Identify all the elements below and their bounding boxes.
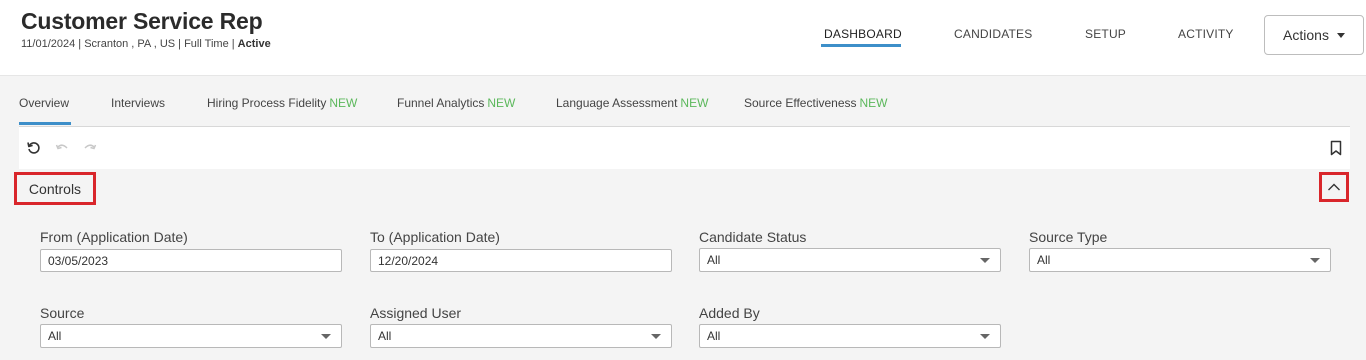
chevron-up-icon [1327, 182, 1341, 192]
candidate-status-select[interactable]: All [699, 248, 1001, 272]
from-date-input[interactable] [40, 249, 342, 272]
source-select[interactable]: All [40, 324, 342, 348]
assigned-user-select[interactable]: All [370, 324, 672, 348]
job-status: Active [237, 38, 271, 50]
nav-candidates[interactable]: CANDIDATES [954, 27, 1032, 49]
actions-label: Actions [1283, 27, 1329, 43]
tab-hiring-process-fidelity[interactable]: Hiring Process Fidelity NEW [207, 96, 357, 110]
new-badge: NEW [487, 96, 516, 110]
undo-reset-icon[interactable] [25, 139, 43, 157]
page-title: Customer Service Rep [21, 8, 263, 34]
tab-overview[interactable]: Overview [19, 96, 69, 110]
tab-active-indicator [19, 122, 71, 125]
tab-interviews[interactable]: Interviews [111, 96, 165, 110]
added-by-label: Added By [699, 305, 760, 321]
tab-label: Interviews [111, 96, 166, 110]
tab-funnel-analytics[interactable]: Funnel Analytics NEW [397, 96, 515, 110]
tab-label: Source Effectiveness [744, 96, 857, 110]
select-value: All [48, 329, 62, 343]
caret-down-icon [980, 334, 990, 339]
redo-icon[interactable] [81, 139, 99, 157]
new-badge: NEW [859, 96, 888, 110]
select-value: All [1037, 253, 1051, 267]
select-value: All [707, 329, 721, 343]
source-type-select[interactable]: All [1029, 248, 1331, 272]
nav-active-indicator [821, 44, 901, 47]
job-meta: 11/01/2024 | Scranton , PA , US | Full T… [21, 38, 271, 50]
source-type-label: Source Type [1029, 229, 1108, 245]
page-header: Customer Service Rep 11/01/2024 | Scrant… [0, 0, 1366, 76]
tab-source-effectiveness[interactable]: Source Effectiveness NEW [744, 96, 888, 110]
to-date-label: To (Application Date) [370, 229, 500, 245]
tab-label: Language Assessment [556, 96, 678, 110]
select-value: All [378, 329, 392, 343]
new-badge: NEW [680, 96, 709, 110]
caret-down-icon [1336, 32, 1345, 38]
assigned-user-label: Assigned User [370, 305, 462, 321]
added-by-select[interactable]: All [699, 324, 1001, 348]
tab-label: Hiring Process Fidelity [207, 96, 327, 110]
bookmark-icon[interactable] [1327, 139, 1345, 157]
tab-label: Overview [19, 96, 70, 110]
tab-language-assessment[interactable]: Language Assessment NEW [556, 96, 708, 110]
collapse-controls-button[interactable] [1319, 172, 1349, 202]
caret-down-icon [980, 258, 990, 263]
new-badge: NEW [329, 96, 358, 110]
nav-activity[interactable]: ACTIVITY [1178, 27, 1234, 49]
caret-down-icon [651, 334, 661, 339]
source-label: Source [40, 305, 85, 321]
caret-down-icon [321, 334, 331, 339]
nav-setup[interactable]: SETUP [1085, 27, 1126, 49]
select-value: All [707, 253, 721, 267]
controls-title: Controls [14, 172, 96, 205]
candidate-status-label: Candidate Status [699, 229, 807, 245]
dashboard-panel: Controls From (Application Date) To (App… [14, 126, 1350, 360]
tab-label: Funnel Analytics [397, 96, 485, 110]
caret-down-icon [1310, 258, 1320, 263]
report-tabs: Overview Interviews Hiring Process Fidel… [0, 77, 1366, 127]
to-date-input[interactable] [370, 249, 672, 272]
dashboard-toolbar [19, 127, 1350, 169]
undo-icon[interactable] [53, 139, 71, 157]
job-meta-text: 11/01/2024 | Scranton , PA , US | Full T… [21, 38, 235, 50]
from-date-label: From (Application Date) [40, 229, 188, 245]
actions-button[interactable]: Actions [1264, 15, 1364, 55]
controls-header: Controls [14, 169, 1350, 205]
